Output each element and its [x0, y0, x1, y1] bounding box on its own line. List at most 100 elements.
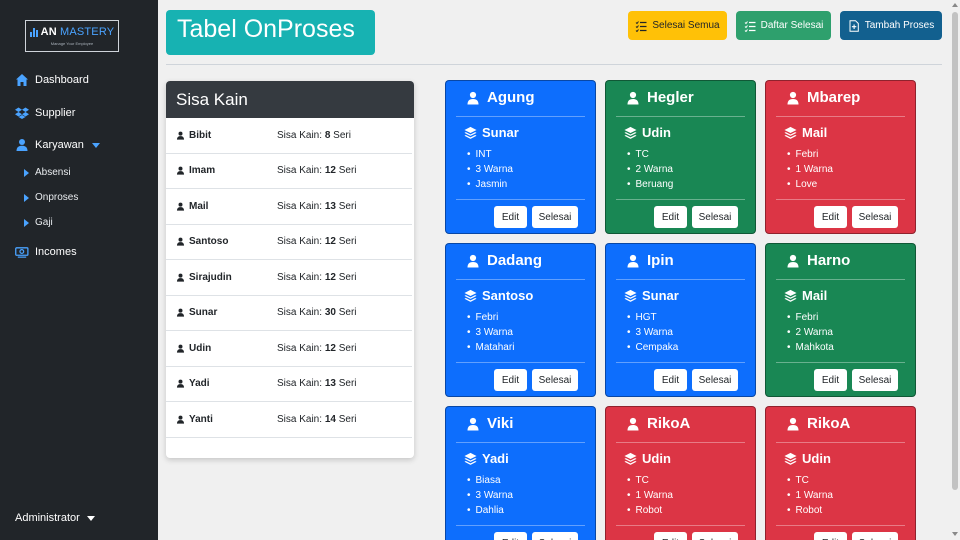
layers-icon: [464, 289, 477, 302]
selesai-button[interactable]: Selesai: [692, 206, 738, 228]
sisa-kain-panel: Sisa Kain Bibit Sisa Kain: 8 Seri Imam Sisa…: [166, 81, 414, 458]
sidebar-item-gaji[interactable]: Gaji: [24, 217, 53, 228]
sidebar-item-incomes[interactable]: Incomes: [15, 245, 77, 259]
card-divider: [456, 116, 585, 117]
onproses-card: Viki Yadi Biasa3 WarnaDahlia Edit Selesai: [445, 406, 596, 540]
sisa-kain-value: Sisa Kain: 12 Seri: [277, 165, 357, 176]
card-detail-item: 3 Warna: [467, 162, 513, 177]
edit-button[interactable]: Edit: [654, 369, 687, 391]
edit-button[interactable]: Edit: [494, 369, 527, 391]
card-divider: [776, 525, 905, 526]
page-scrollbar[interactable]: [950, 0, 960, 540]
sisa-kain-unit: Seri: [338, 200, 357, 212]
daftar-selesai-button[interactable]: Daftar Selesai: [736, 11, 831, 40]
sisa-kain-unit: Seri: [338, 271, 357, 283]
card-detail-item: Febri: [787, 147, 833, 162]
card-detail-item: Beruang: [627, 177, 674, 192]
card-divider: [456, 279, 585, 280]
edit-button[interactable]: Edit: [654, 532, 687, 540]
edit-button[interactable]: Edit: [814, 369, 847, 391]
card-karyawan-text: Mail: [802, 125, 828, 140]
selesai-button[interactable]: Selesai: [852, 532, 898, 540]
sidebar-item-absensi[interactable]: Absensi: [24, 167, 71, 178]
sidebar-item-label: Supplier: [35, 107, 76, 119]
button-label: Selesai Semua: [652, 20, 720, 31]
person-icon: [176, 379, 185, 388]
file-plus-icon: [848, 19, 860, 32]
card-title-text: Agung: [487, 89, 535, 106]
sisa-kain-unit: Seri: [338, 413, 357, 425]
edit-button[interactable]: Edit: [494, 206, 527, 228]
card-karyawan-text: Mail: [802, 288, 828, 303]
selesai-button[interactable]: Selesai: [532, 206, 578, 228]
edit-button[interactable]: Edit: [654, 206, 687, 228]
card-karyawan: Udin: [624, 451, 671, 466]
selesai-button[interactable]: Selesai: [532, 369, 578, 391]
karyawan-name: Sunar: [176, 307, 217, 318]
button-label: Tambah Proses: [864, 20, 935, 31]
card-detail-list: Febri3 WarnaMatahari: [467, 310, 515, 355]
scroll-up-arrow-icon[interactable]: [952, 3, 958, 7]
brand-name-b: MASTERY: [59, 26, 115, 38]
onproses-card: Harno Mail Febri2 WarnaMahkota EditSelesai: [765, 243, 916, 397]
scroll-down-arrow-icon[interactable]: [952, 532, 958, 536]
card-detail-item: Dahlia: [467, 503, 513, 518]
chevron-right-icon: [24, 168, 29, 177]
chevron-down-icon: [91, 142, 100, 148]
user-menu[interactable]: Administrator: [15, 512, 95, 524]
card-detail-item: 3 Warna: [627, 325, 678, 340]
card-title: RikoA: [626, 415, 690, 432]
card-detail-list: TC1 WarnaRobot: [627, 473, 673, 518]
person-icon: [786, 91, 800, 105]
sisa-kain-value: Sisa Kain: 12 Seri: [277, 272, 357, 283]
layers-icon: [784, 289, 797, 302]
tambah-proses-button[interactable]: Tambah Proses: [840, 11, 942, 40]
person-icon: [466, 254, 480, 268]
sidebar-item-label: Incomes: [35, 246, 77, 258]
sisa-kain-value: Sisa Kain: 30 Seri: [277, 307, 357, 318]
card-karyawan: Sunar: [464, 125, 519, 140]
sisa-kain-unit: Seri: [338, 236, 357, 248]
selesai-button[interactable]: Selesai: [852, 206, 898, 228]
person-icon: [176, 273, 185, 282]
brand-logo[interactable]: AN MASTERY Manage Your Employee: [25, 20, 119, 52]
person-icon: [176, 415, 185, 424]
karyawan-name: Udin: [176, 343, 211, 354]
selesai-button[interactable]: Selesai: [692, 369, 738, 391]
card-karyawan: Yadi: [464, 451, 509, 466]
person-icon: [176, 344, 185, 353]
card-divider: [776, 442, 905, 443]
sidebar-item-onproses[interactable]: Onproses: [24, 192, 78, 203]
sisa-kain-value: Sisa Kain: 12 Seri: [277, 236, 357, 247]
card-detail-item: Mahkota: [787, 340, 834, 355]
sisa-kain-prefix: Sisa Kain:: [277, 165, 323, 177]
card-detail-item: Love: [787, 177, 833, 192]
card-title: RikoA: [786, 415, 850, 432]
dropbox-icon: [15, 106, 29, 120]
edit-button[interactable]: Edit: [814, 532, 847, 540]
card-divider: [776, 362, 905, 363]
card-karyawan-text: Udin: [802, 451, 831, 466]
card-detail-item: 1 Warna: [787, 162, 833, 177]
selesai-semua-button[interactable]: Selesai Semua: [628, 11, 727, 40]
layers-icon: [464, 126, 477, 139]
sidebar-item-karyawan[interactable]: Karyawan: [15, 138, 100, 152]
selesai-button[interactable]: Selesai: [692, 532, 738, 540]
card-karyawan-text: Santoso: [482, 288, 534, 303]
selesai-button[interactable]: Selesai: [532, 532, 578, 540]
card-detail-item: TC: [787, 473, 833, 488]
card-title-text: Ipin: [647, 252, 674, 269]
onproses-card: Ipin Sunar HGT3 WarnaCempaka EditSelesai: [605, 243, 756, 397]
edit-button[interactable]: Edit: [814, 206, 847, 228]
onproses-card: RikoA Udin TC1 WarnaRobot Edit Selesai: [765, 406, 916, 540]
sisa-kain-qty: 12: [324, 236, 336, 248]
sidebar-item-supplier[interactable]: Supplier: [15, 106, 75, 120]
card-detail-item: Cempaka: [627, 340, 679, 355]
selesai-button[interactable]: Selesai: [852, 369, 898, 391]
scrollbar-thumb[interactable]: [952, 12, 958, 490]
sidebar-item-dashboard[interactable]: Dashboard: [15, 73, 89, 87]
card-detail-item: 2 Warna: [787, 325, 834, 340]
sidebar-item-label: Karyawan: [35, 139, 84, 151]
edit-button[interactable]: Edit: [494, 532, 527, 540]
karyawan-name: Imam: [176, 165, 215, 176]
